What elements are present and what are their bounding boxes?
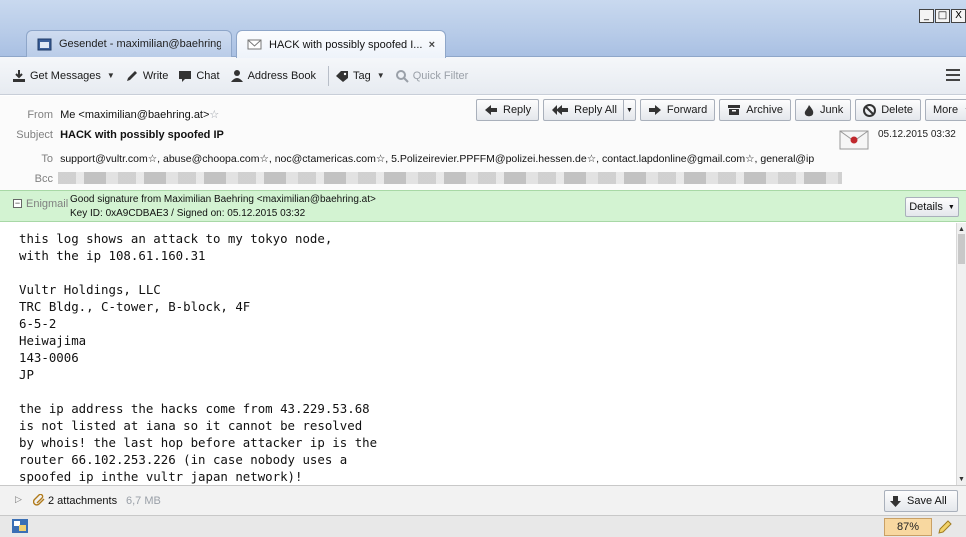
from-row: From Me <maximilian@baehring.at>☆ [0, 108, 219, 121]
window-controls: _ □ X [918, 9, 966, 23]
archive-box-icon [728, 105, 741, 115]
reply-button[interactable]: Reply [476, 99, 540, 121]
chevron-down-icon[interactable]: ▼ [622, 100, 635, 120]
forward-arrow-icon [648, 105, 661, 115]
enigmail-bar: − Enigmail Good signature from Maximilia… [0, 190, 966, 222]
search-icon [395, 69, 409, 83]
toolbar-separator [328, 65, 330, 86]
title-bar: _ □ X Gesendet - maximilian@baehring... … [0, 0, 966, 58]
tab-current-message[interactable]: HACK with possibly spoofed I... × [236, 30, 446, 58]
save-all-label: Save All [907, 495, 947, 507]
save-all-button[interactable]: Save All [884, 490, 958, 512]
from-label: From [27, 109, 53, 121]
junk-button[interactable]: Junk [794, 99, 852, 121]
subject-row: Subject HACK with possibly spoofed IP [0, 129, 224, 141]
tag-icon [336, 70, 349, 82]
download-arrow-icon [890, 495, 901, 507]
from-value[interactable]: Me <maximilian@baehring.at> [60, 109, 209, 121]
menu-icon[interactable] [946, 69, 960, 84]
paperclip-icon [33, 494, 45, 506]
star-icon[interactable]: ☆ [209, 109, 219, 121]
chevron-down-icon: ▼ [376, 71, 385, 80]
collapse-icon[interactable]: − [13, 199, 22, 208]
bcc-label: Bcc [34, 173, 53, 185]
tag-label: Tag [353, 69, 371, 82]
attachments-bar: ▷ 2 attachments 6,7 MB Save All [0, 485, 966, 515]
message-date: 05.12.2015 03:32 [878, 129, 956, 140]
reply-all-button[interactable]: Reply All ▼ [543, 99, 636, 121]
get-messages-button[interactable]: Get Messages ▼ [12, 69, 115, 83]
delete-label: Delete [881, 104, 913, 116]
tab-sent-folder[interactable]: Gesendet - maximilian@baehring... [26, 30, 232, 57]
tag-button[interactable]: Tag ▼ [335, 69, 385, 83]
signed-envelope-icon [839, 130, 869, 150]
flame-icon [804, 104, 814, 116]
close-tab-icon[interactable]: × [429, 39, 435, 51]
envelope-icon [247, 39, 262, 50]
chat-label: Chat [196, 69, 220, 82]
delete-button[interactable]: Delete [855, 99, 921, 121]
junk-label: Junk [819, 104, 844, 116]
maximize-button[interactable]: □ [935, 9, 950, 23]
address-book-button[interactable]: Address Book [230, 69, 316, 83]
reply-all-icon [552, 105, 569, 115]
header-action-buttons: Reply Reply All ▼ Forward Archive Junk D… [476, 99, 966, 121]
chevron-down-icon: ▼ [947, 203, 955, 211]
reply-all-label: Reply All [574, 104, 617, 116]
subject-value: HACK with possibly spoofed IP [60, 129, 224, 141]
write-button[interactable]: Write [125, 69, 168, 83]
more-label: More [933, 104, 959, 116]
details-button[interactable]: Details ▼ [905, 197, 959, 217]
chat-button[interactable]: Chat [178, 69, 220, 83]
calendar-icon [37, 38, 52, 50]
scroll-up-icon[interactable]: ▲ [958, 226, 965, 233]
message-body[interactable]: this log shows an attack to my tokyo nod… [0, 223, 956, 485]
message-body-text: this log shows an attack to my tokyo nod… [19, 231, 378, 484]
to-label: To [41, 153, 53, 165]
write-label: Write [142, 69, 169, 82]
subject-label: Subject [16, 129, 53, 141]
forward-label: Forward [666, 104, 708, 116]
scroll-down-icon[interactable]: ▼ [958, 476, 965, 483]
reply-label: Reply [503, 104, 532, 116]
bcc-value-redacted [58, 172, 842, 184]
chat-icon [179, 70, 192, 82]
activity-icon[interactable] [12, 519, 28, 533]
person-icon [230, 69, 243, 82]
body-scrollbar[interactable]: ▲ ▼ [956, 223, 966, 485]
more-button[interactable]: More ▼ [925, 99, 966, 121]
attachments-count[interactable]: 2 attachments [48, 495, 117, 507]
attachments-size: 6,7 MB [126, 495, 161, 507]
to-value[interactable]: support@vultr.com☆, abuse@choopa.com☆, n… [60, 153, 814, 165]
archive-label: Archive [746, 104, 783, 116]
signature-key-info: Key ID: 0xA9CDBAE3 / Signed on: 05.12.20… [70, 208, 306, 219]
pencil-icon [126, 70, 137, 81]
quick-filter-label: Quick Filter [412, 69, 469, 82]
forward-button[interactable]: Forward [639, 99, 716, 121]
archive-button[interactable]: Archive [719, 99, 791, 121]
no-entry-icon [863, 103, 877, 117]
pencil-icon[interactable] [937, 519, 953, 535]
quick-filter-button[interactable]: Quick Filter [395, 69, 469, 83]
details-label: Details [909, 201, 943, 213]
tab-title: Gesendet - maximilian@baehring... [59, 38, 221, 50]
enigmail-label: Enigmail [26, 198, 69, 210]
status-bar: 87% [0, 515, 966, 537]
bcc-row: Bcc [0, 173, 53, 185]
get-messages-label: Get Messages [30, 69, 101, 82]
minimize-button[interactable]: _ [919, 9, 934, 23]
address-book-label: Address Book [247, 69, 317, 82]
tab-title: HACK with possibly spoofed I... [269, 38, 423, 51]
message-header: From Me <maximilian@baehring.at>☆ Subjec… [0, 96, 966, 190]
chevron-down-icon[interactable]: ▼ [107, 71, 115, 80]
expand-attachments-icon[interactable]: ▷ [15, 494, 22, 505]
download-icon [13, 69, 25, 82]
close-window-button[interactable]: X [951, 9, 966, 23]
reply-arrow-icon [485, 105, 497, 115]
to-row: To support@vultr.com☆, abuse@choopa.com☆… [0, 153, 838, 165]
signature-status: Good signature from Maximilian Baehring … [70, 194, 376, 205]
zoom-level[interactable]: 87% [884, 518, 932, 536]
main-toolbar: Get Messages ▼ Write Chat Address Book T… [0, 57, 966, 95]
scrollbar-thumb[interactable] [958, 234, 965, 264]
